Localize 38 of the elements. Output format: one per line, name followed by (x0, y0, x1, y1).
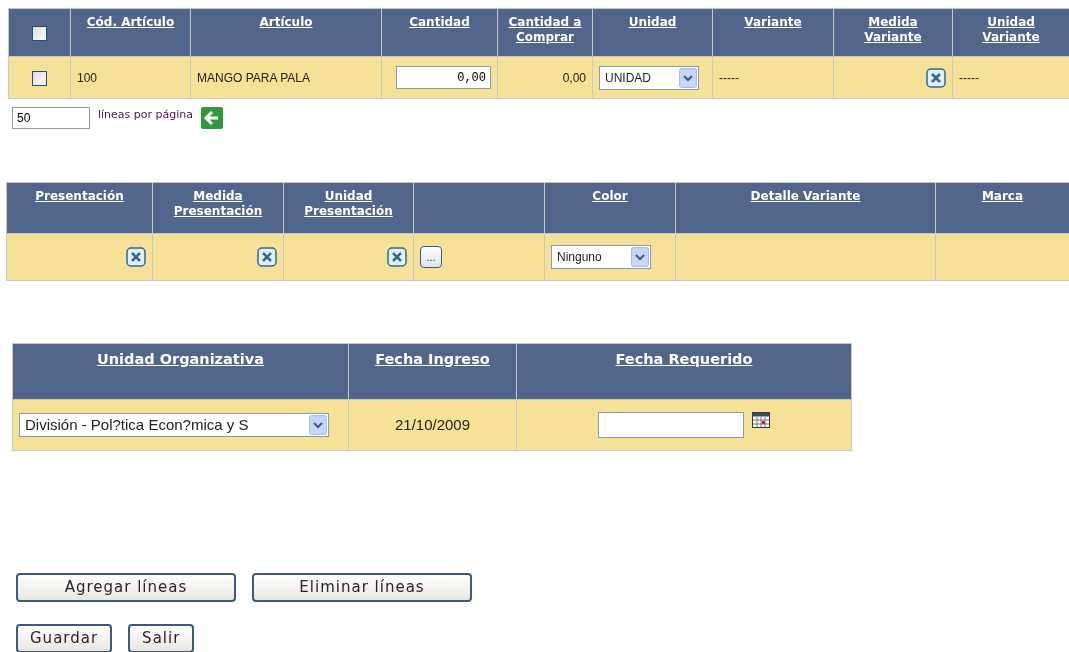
lines-per-page-field[interactable]: 50 (12, 107, 90, 129)
clear-icon[interactable] (257, 247, 277, 267)
chevron-down-icon (679, 67, 697, 88)
column-header[interactable]: Color (592, 189, 628, 204)
checkbox[interactable] (32, 70, 47, 86)
calendar-icon[interactable] (752, 412, 770, 428)
quantity-field[interactable]: 0,00 (396, 66, 491, 89)
column-header[interactable]: Presentación (35, 189, 124, 204)
dropdown[interactable]: División - Pol?tica Econ?mica y S (19, 413, 329, 437)
checkbox[interactable] (32, 26, 47, 41)
column-header[interactable]: Variante (744, 15, 802, 30)
column-header[interactable]: Unidad Organizativa (97, 350, 264, 369)
dropdown[interactable]: Ninguno (551, 245, 651, 269)
clear-icon[interactable] (126, 247, 146, 267)
table-cell: ----- (959, 70, 979, 85)
ellipsis-button[interactable]: ... (420, 246, 442, 268)
chevron-down-icon (631, 247, 649, 267)
form-button[interactable]: Salir (128, 624, 195, 652)
table-cell: 21/10/2009 (394, 415, 471, 433)
table-cell: MANGO PARA PALA (197, 70, 310, 85)
column-header[interactable]: Marca (981, 189, 1024, 204)
chevron-down-icon (309, 415, 327, 435)
column-header[interactable]: Detalle Variante (750, 189, 861, 204)
column-header[interactable]: Cantidad (409, 15, 470, 30)
table-cell: 0,00 (562, 70, 586, 85)
clear-icon[interactable] (387, 247, 407, 267)
dropdown[interactable]: UNIDAD (599, 65, 699, 90)
column-header[interactable]: Fecha Requerido (615, 350, 753, 369)
table-cell: 100 (77, 70, 98, 85)
column-header[interactable]: Artículo (259, 15, 313, 30)
clear-icon[interactable] (926, 67, 946, 88)
table-cell: ----- (719, 70, 739, 85)
form-button[interactable]: Eliminar líneas (252, 573, 472, 602)
form-button[interactable]: Guardar (16, 624, 113, 652)
date-field[interactable] (598, 412, 744, 438)
column-header[interactable]: Unidad (628, 15, 677, 30)
lines-per-page-label: líneas por página (98, 107, 194, 123)
form-button[interactable]: Agregar líneas (16, 573, 236, 602)
